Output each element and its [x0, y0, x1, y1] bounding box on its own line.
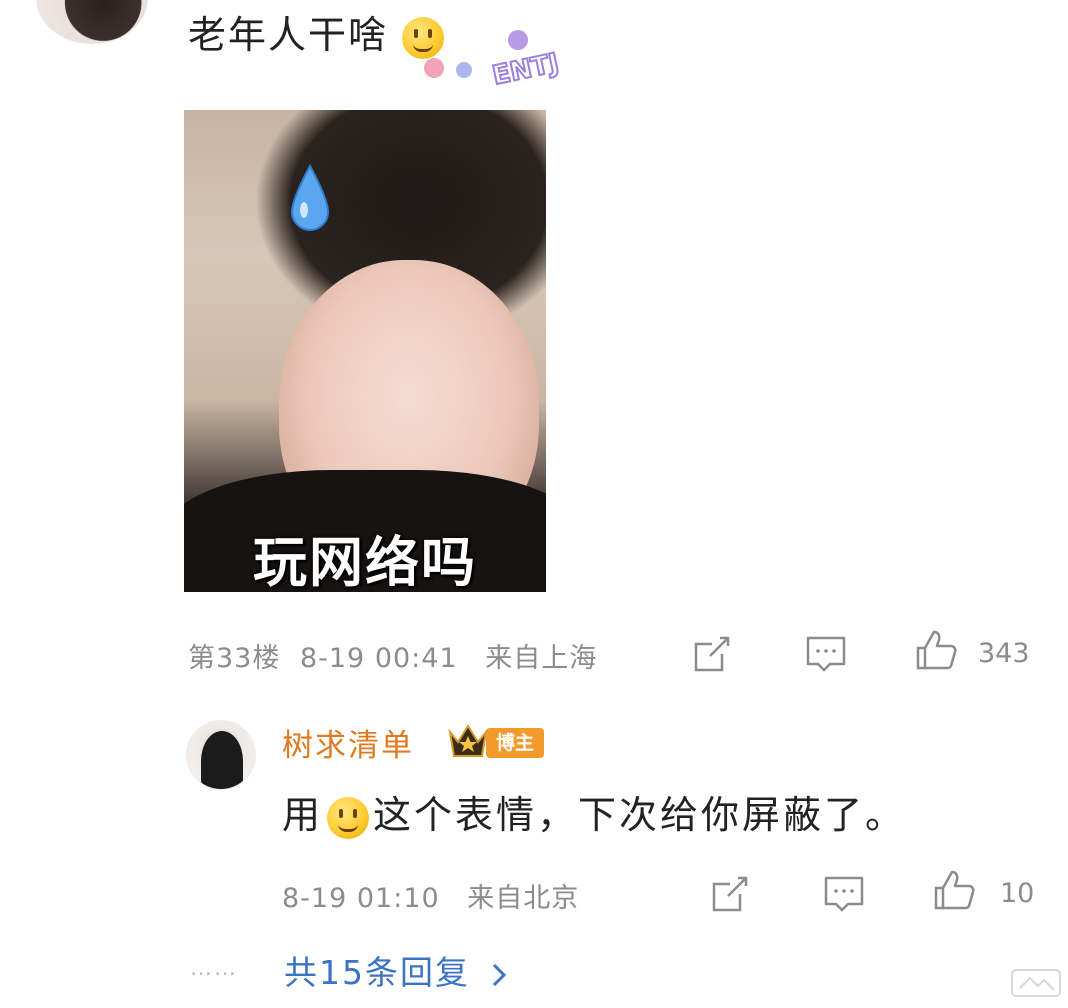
floor-number: 第33楼: [188, 643, 281, 674]
blogger-badge: 博主: [446, 720, 546, 762]
reply-author-avatar[interactable]: [186, 720, 256, 790]
comment-meta: 第33楼 8-19 00:41 来自上海: [188, 636, 597, 675]
sweat-drop-icon: [290, 164, 330, 231]
comment-body: 老年人干啥: [188, 13, 389, 57]
reply-author-name[interactable]: 树求清单: [282, 720, 414, 765]
reply-text-after: 这个表情，下次给你屏蔽了。: [373, 793, 907, 837]
commenter-avatar[interactable]: [36, 0, 148, 44]
reply-datetime: 8-19 01:10: [282, 883, 440, 914]
entj-badge: ENTJ: [414, 28, 590, 92]
comment-datetime: 8-19 00:41: [299, 643, 458, 674]
comment-icon[interactable]: [804, 632, 848, 676]
entj-badge-text: ENTJ: [490, 48, 562, 88]
reply-location: 来自北京: [467, 883, 580, 914]
reply-meta: 8-19 01:10 来自北京: [282, 876, 579, 915]
chevron-right-icon: [492, 963, 506, 986]
reply-text-before: 用: [282, 793, 324, 837]
like-icon[interactable]: [932, 868, 976, 912]
meme-caption: 玩网络吗: [253, 531, 477, 592]
like-count: 343: [978, 638, 1030, 669]
more-dots: ……: [190, 956, 238, 981]
share-icon[interactable]: [708, 872, 752, 916]
more-replies-link[interactable]: 共15条回复: [284, 946, 509, 994]
comment-location: 来自上海: [485, 643, 598, 674]
comment-text: 老年人干啥: [188, 4, 445, 59]
crown-icon: [448, 724, 488, 757]
watermark-icon: [1011, 969, 1061, 997]
reply-text: 用 这个表情，下次给你屏蔽了。: [282, 784, 906, 839]
meme-image[interactable]: 玩网络吗: [184, 110, 546, 592]
comment-icon[interactable]: [822, 872, 866, 916]
blogger-tag: 博主: [486, 728, 544, 758]
like-icon[interactable]: [914, 628, 958, 672]
share-icon[interactable]: [690, 632, 734, 676]
more-replies-label: 共15条回复: [284, 953, 470, 992]
smiley-icon: [327, 796, 370, 839]
reply-like-count: 10: [1000, 878, 1035, 909]
